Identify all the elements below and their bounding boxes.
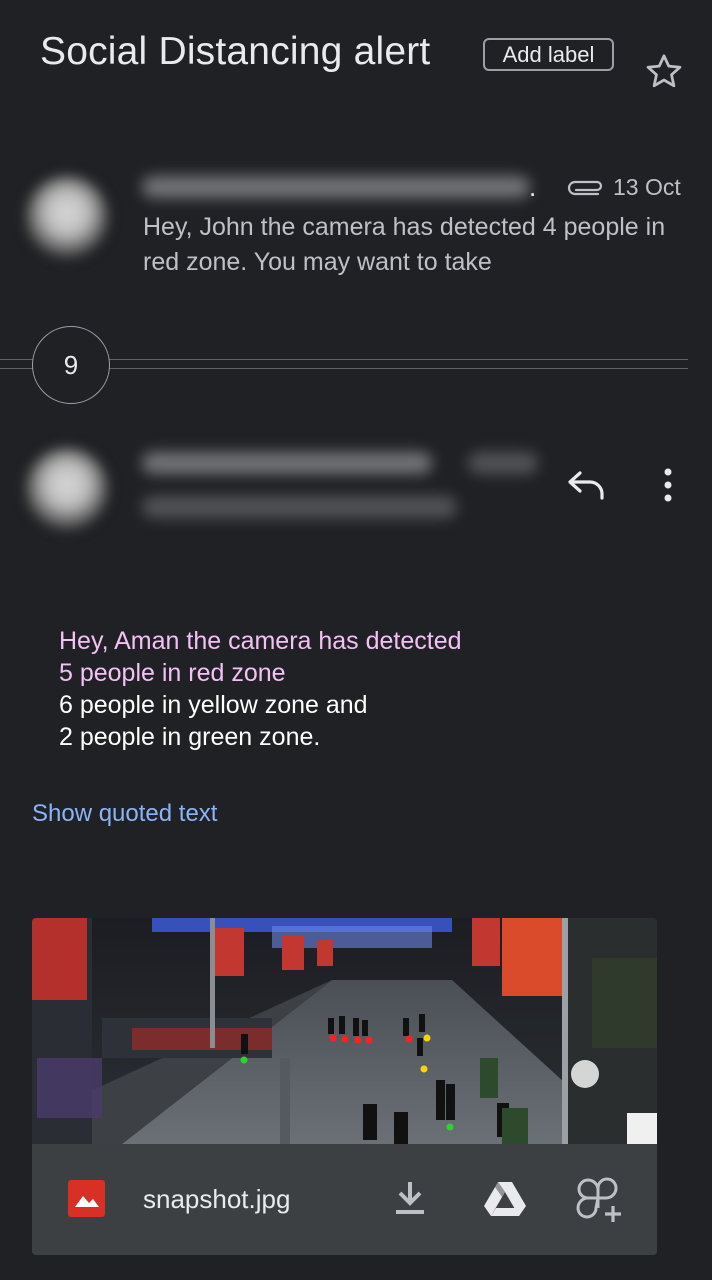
add-label-button[interactable]: Add label bbox=[483, 38, 614, 71]
attachment-bar: snapshot.jpg bbox=[32, 1144, 657, 1255]
show-quoted-text-link[interactable]: Show quoted text bbox=[32, 800, 217, 828]
drive-icon[interactable] bbox=[483, 1180, 527, 1218]
attachment-filename: snapshot.jpg bbox=[143, 1184, 291, 1214]
sender-name-redacted bbox=[142, 452, 432, 474]
sender-avatar bbox=[26, 176, 108, 258]
sender-ellipsis: . bbox=[529, 172, 537, 202]
add-to-photos-icon[interactable] bbox=[576, 1176, 624, 1224]
body-line: 2 people in green zone. bbox=[59, 723, 321, 751]
message-snippet: Hey, John the camera has detected 4 peop… bbox=[143, 213, 666, 276]
attachment-preview-image[interactable] bbox=[32, 918, 657, 1144]
paperclip-icon bbox=[567, 180, 603, 196]
recipient-redacted bbox=[142, 496, 457, 518]
collapsed-messages-count[interactable]: 9 bbox=[32, 326, 110, 404]
body-line: 5 people in red zone bbox=[59, 659, 286, 687]
message-date: 13 Oct bbox=[613, 174, 681, 200]
image-file-icon bbox=[68, 1180, 105, 1217]
more-vert-icon[interactable] bbox=[655, 466, 681, 506]
attachment-card[interactable]: snapshot.jpg bbox=[32, 918, 657, 1255]
sender-name-redacted bbox=[142, 176, 530, 198]
body-line: Hey, Aman the camera has detected bbox=[59, 627, 462, 655]
reply-icon[interactable] bbox=[566, 468, 606, 502]
sender-avatar bbox=[26, 448, 108, 530]
download-icon[interactable] bbox=[393, 1178, 427, 1218]
message-body: Hey, Aman the camera has detected 5 peop… bbox=[59, 625, 462, 753]
sender-time-redacted bbox=[468, 452, 538, 474]
email-subject: Social Distancing alert bbox=[40, 30, 431, 73]
star-icon[interactable] bbox=[642, 50, 686, 94]
body-line: 6 people in yellow zone and bbox=[59, 691, 368, 719]
